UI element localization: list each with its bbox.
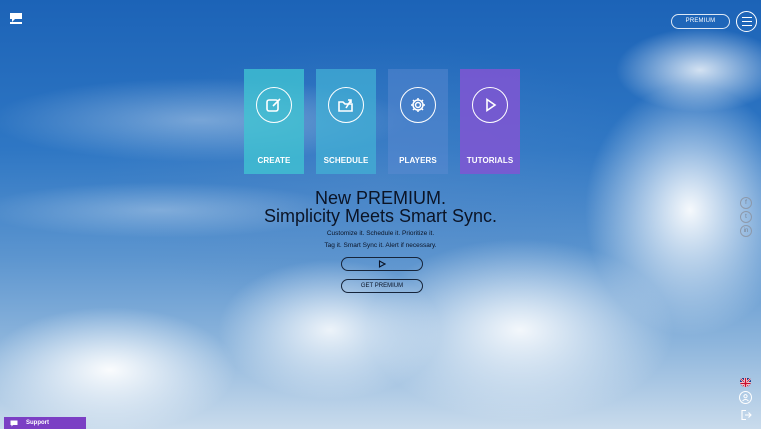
tagline-line-2: Tag it. Smart Sync it. Alert if necessar… [324,242,437,249]
edit-icon [256,87,292,123]
support-label: Support [26,420,49,426]
support-button[interactable]: Support [4,417,86,429]
tile-create-label: CREATE [257,156,291,165]
tile-players[interactable]: PLAYERS [388,69,448,174]
uk-flag-icon[interactable] [740,376,751,387]
account-icon[interactable] [739,391,752,404]
tile-create[interactable]: CREATE [244,69,304,174]
tile-tutorials[interactable]: TUTORIALS [460,69,520,174]
tile-players-label: PLAYERS [399,156,437,165]
linkedin-icon[interactable]: in [740,225,752,237]
gear-icon [400,87,436,123]
play-icon [472,87,508,123]
facebook-icon[interactable]: f [740,197,752,209]
tile-tutorials-label: TUTORIALS [466,156,514,165]
chat-icon [10,420,18,426]
play-icon [378,260,386,268]
tile-schedule[interactable]: SCHEDULE [316,69,376,174]
headline-secondary: Simplicity Meets Smart Sync. [263,206,498,226]
menu-icon[interactable] [736,11,757,32]
play-video-button[interactable] [341,257,423,271]
app-logo-icon[interactable] [9,11,23,25]
premium-button[interactable]: PREMIUM [671,14,730,29]
get-premium-button[interactable]: GET PREMIUM [341,279,423,293]
folder-share-icon [328,87,364,123]
twitter-icon[interactable]: t [740,211,752,223]
tagline-line-1: Customize it. Schedule it. Prioritize it… [326,230,435,237]
tile-schedule-label: SCHEDULE [323,156,369,165]
logout-icon[interactable] [740,408,752,421]
